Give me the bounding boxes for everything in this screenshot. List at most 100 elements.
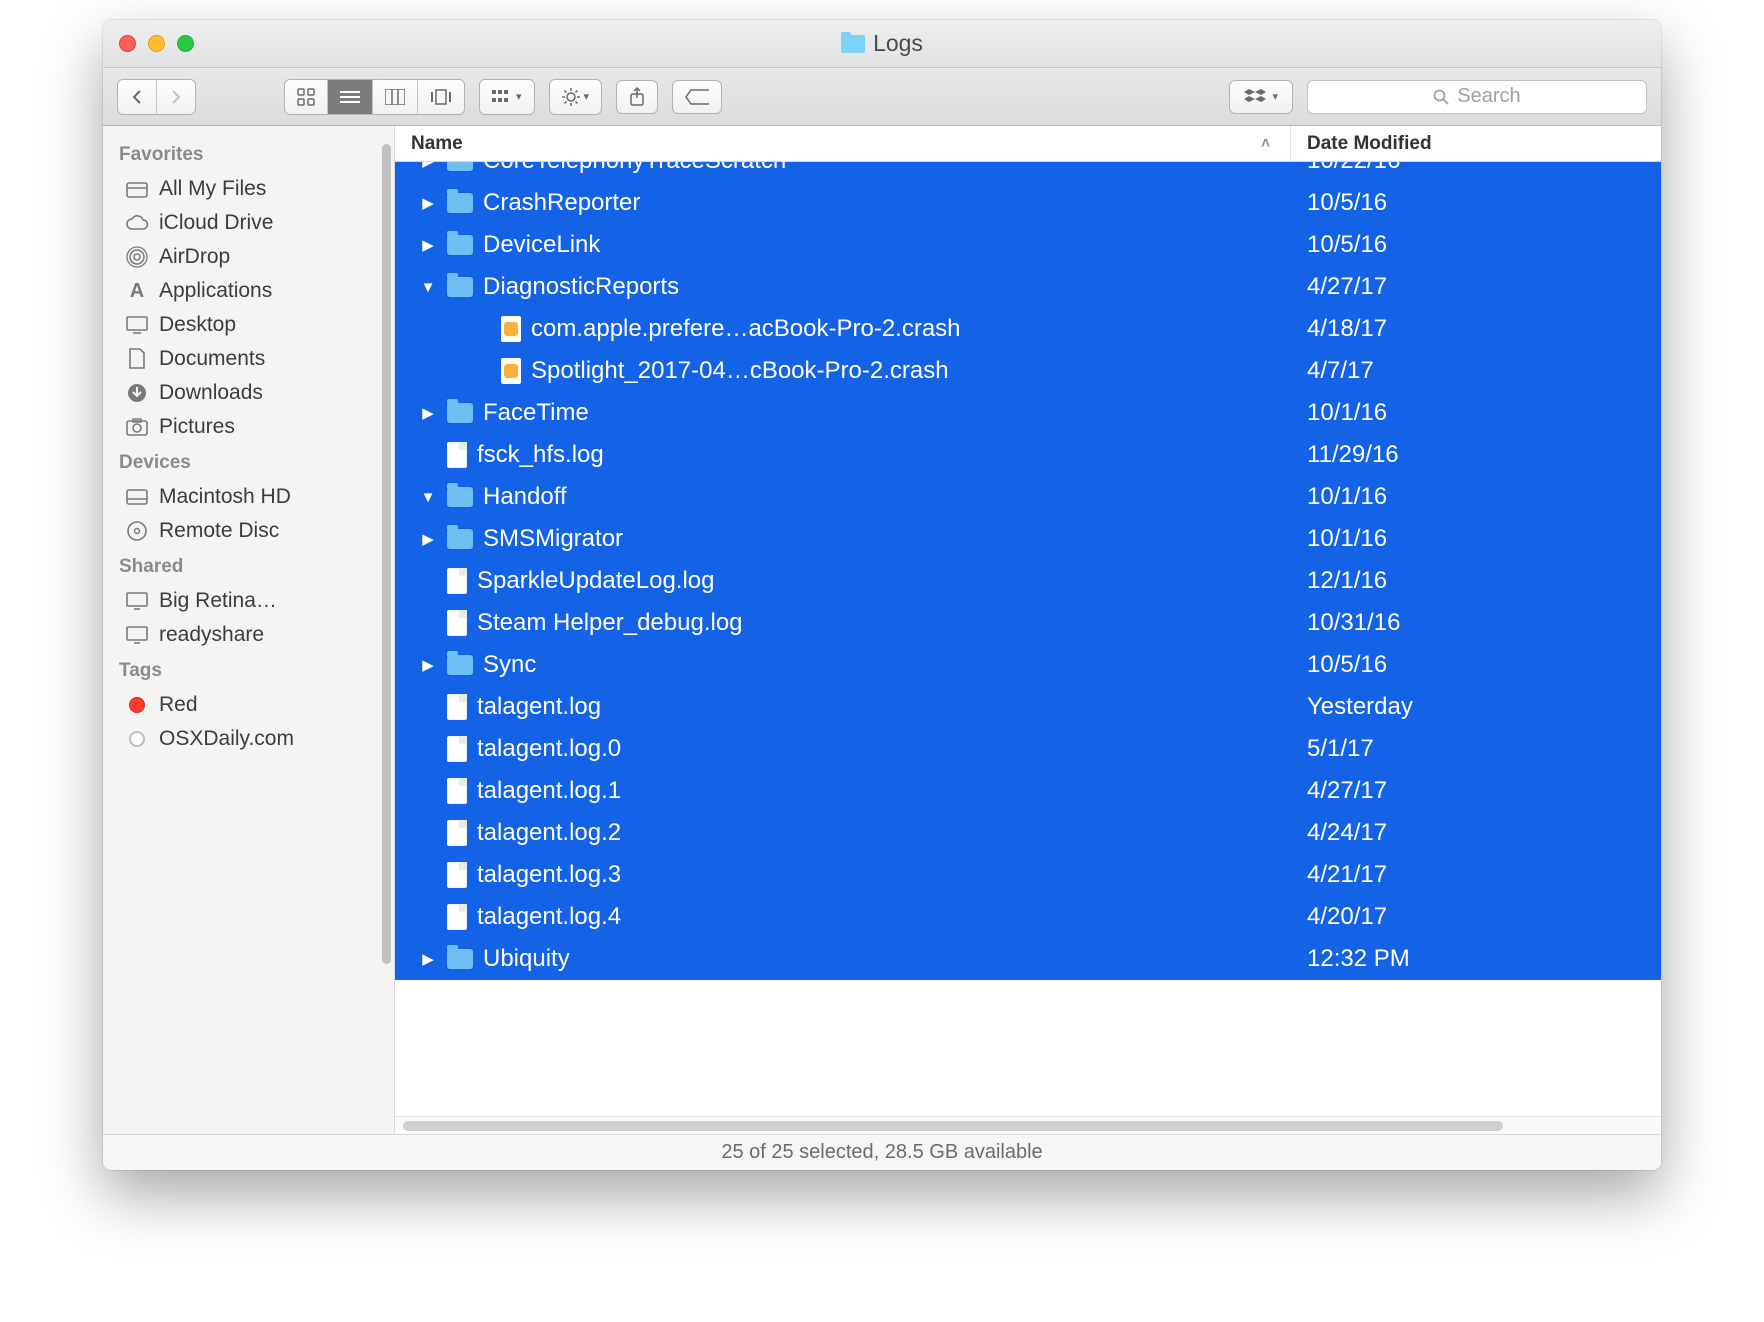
sidebar-item[interactable]: OSXDaily.com: [103, 722, 394, 756]
column-date-header[interactable]: Date Modified: [1291, 126, 1661, 161]
list-view-button[interactable]: [328, 80, 373, 114]
file-row[interactable]: fsck_hfs.log11/29/16: [395, 434, 1661, 476]
sidebar-item[interactable]: readyshare: [103, 618, 394, 652]
sidebar-item[interactable]: Pictures: [103, 410, 394, 444]
search-field[interactable]: Search: [1307, 80, 1647, 114]
icon-view-button[interactable]: [285, 80, 328, 114]
sidebar-item[interactable]: Documents: [103, 342, 394, 376]
file-name: DeviceLink: [483, 231, 600, 259]
file-row[interactable]: ▼DiagnosticReports4/27/17: [395, 266, 1661, 308]
forward-button[interactable]: [157, 80, 195, 114]
crash-file-icon: [501, 316, 521, 342]
sidebar-item[interactable]: AirDrop: [103, 240, 394, 274]
sidebar-item-label: All My Files: [159, 177, 266, 201]
disclosure-closed-icon[interactable]: ▶: [419, 530, 437, 548]
arrange-button[interactable]: ▾: [480, 80, 534, 114]
sidebar-item[interactable]: iCloud Drive: [103, 206, 394, 240]
disclosure-closed-icon[interactable]: ▶: [419, 162, 437, 170]
file-date: 4/20/17: [1291, 903, 1661, 931]
file-icon: [447, 778, 467, 804]
sidebar-item[interactable]: AApplications: [103, 274, 394, 308]
window-title-text: Logs: [873, 30, 923, 57]
file-name: talagent.log.0: [477, 735, 621, 763]
disclosure-closed-icon[interactable]: ▶: [419, 236, 437, 254]
hdd-icon: [125, 485, 149, 509]
file-row[interactable]: ▶ DeviceLink 10/5/16: [395, 224, 1661, 266]
sidebar-item-label: iCloud Drive: [159, 211, 273, 235]
file-row[interactable]: com.apple.prefere…acBook-Pro-2.crash4/18…: [395, 308, 1661, 350]
folder-icon: [447, 403, 473, 423]
file-name: Ubiquity: [483, 945, 570, 973]
disclosure-closed-icon[interactable]: ▶: [419, 194, 437, 212]
horizontal-scrollbar[interactable]: [395, 1116, 1661, 1134]
coverflow-view-button[interactable]: [418, 80, 464, 114]
dropbox-button[interactable]: ▾: [1229, 80, 1293, 114]
share-button[interactable]: [616, 80, 658, 114]
search-icon: [1433, 89, 1449, 105]
file-row[interactable]: talagent.log.24/24/17: [395, 812, 1661, 854]
minimize-window-button[interactable]: [148, 35, 165, 52]
column-headers: Name ˄ Date Modified: [395, 126, 1661, 162]
file-row[interactable]: talagent.log.34/21/17: [395, 854, 1661, 896]
tags-button[interactable]: [672, 80, 722, 114]
back-button[interactable]: [118, 80, 157, 114]
folder-icon: [447, 949, 473, 969]
titlebar[interactable]: Logs: [103, 20, 1661, 68]
crash-file-icon: [501, 358, 521, 384]
file-name: talagent.log.1: [477, 777, 621, 805]
sidebar-item[interactable]: Remote Disc: [103, 514, 394, 548]
file-date: 4/27/17: [1291, 777, 1661, 805]
status-bar: 25 of 25 selected, 28.5 GB available: [103, 1134, 1661, 1170]
file-name: Sync: [483, 651, 536, 679]
sidebar-item[interactable]: All My Files: [103, 172, 394, 206]
file-name: Steam Helper_debug.log: [477, 609, 743, 637]
sidebar-section-title: Tags: [103, 652, 394, 688]
sidebar-item[interactable]: Big Retina…: [103, 584, 394, 618]
file-icon: [447, 610, 467, 636]
file-row[interactable]: Steam Helper_debug.log10/31/16: [395, 602, 1661, 644]
sidebar-item[interactable]: Macintosh HD: [103, 480, 394, 514]
column-name-header[interactable]: Name ˄: [395, 126, 1291, 161]
file-date: 12:32 PM: [1291, 945, 1661, 973]
sidebar-item[interactable]: Downloads: [103, 376, 394, 410]
folder-icon: [447, 487, 473, 507]
file-row[interactable]: talagent.logYesterday: [395, 686, 1661, 728]
toolbar: ▾ ▾ ▾ Search: [103, 68, 1661, 126]
file-row[interactable]: talagent.log.1 4/27/17: [395, 770, 1661, 812]
sidebar-item-label: readyshare: [159, 623, 264, 647]
file-row[interactable]: talagent.log.44/20/17: [395, 896, 1661, 938]
sidebar-section-title: Devices: [103, 444, 394, 480]
folder-icon: [447, 277, 473, 297]
file-row[interactable]: talagent.log.0 5/1/17: [395, 728, 1661, 770]
file-list[interactable]: ▶CoreTelephonyTraceScratch10/22/16▶Crash…: [395, 162, 1661, 1116]
file-row[interactable]: ▶SMSMigrator10/1/16: [395, 518, 1661, 560]
file-row[interactable]: ▶Sync10/5/16: [395, 644, 1661, 686]
action-button[interactable]: ▾: [550, 80, 602, 114]
file-row[interactable]: ▼Handoff10/1/16: [395, 476, 1661, 518]
file-row[interactable]: ▶FaceTime10/1/16: [395, 392, 1661, 434]
file-row[interactable]: Spotlight_2017-04…cBook-Pro-2.crash4/7/1…: [395, 350, 1661, 392]
file-row[interactable]: SparkleUpdateLog.log12/1/16: [395, 560, 1661, 602]
disclosure-open-icon[interactable]: ▼: [419, 279, 437, 296]
sidebar[interactable]: FavoritesAll My FilesiCloud DriveAirDrop…: [103, 126, 395, 1134]
main-pane: Name ˄ Date Modified ▶CoreTelephonyTrace…: [395, 126, 1661, 1134]
zoom-window-button[interactable]: [177, 35, 194, 52]
file-date: 10/5/16: [1291, 231, 1661, 259]
file-row[interactable]: ▶ Ubiquity 12:32 PM: [395, 938, 1661, 980]
file-date: 5/1/17: [1291, 735, 1661, 763]
sidebar-item[interactable]: Desktop: [103, 308, 394, 342]
file-row[interactable]: ▶CoreTelephonyTraceScratch10/22/16: [395, 162, 1661, 182]
column-view-button[interactable]: [373, 80, 418, 114]
close-window-button[interactable]: [119, 35, 136, 52]
disclosure-closed-icon[interactable]: ▶: [419, 656, 437, 674]
disclosure-closed-icon[interactable]: ▶: [419, 950, 437, 968]
sidebar-item[interactable]: Red: [103, 688, 394, 722]
file-row[interactable]: ▶CrashReporter10/5/16: [395, 182, 1661, 224]
sidebar-scrollbar[interactable]: [382, 144, 391, 964]
file-name: talagent.log.2: [477, 819, 621, 847]
folder-icon: [447, 529, 473, 549]
monitor-icon: [125, 623, 149, 647]
disclosure-closed-icon[interactable]: ▶: [419, 404, 437, 422]
sidebar-item-label: Desktop: [159, 313, 236, 337]
disclosure-open-icon[interactable]: ▼: [419, 489, 437, 506]
